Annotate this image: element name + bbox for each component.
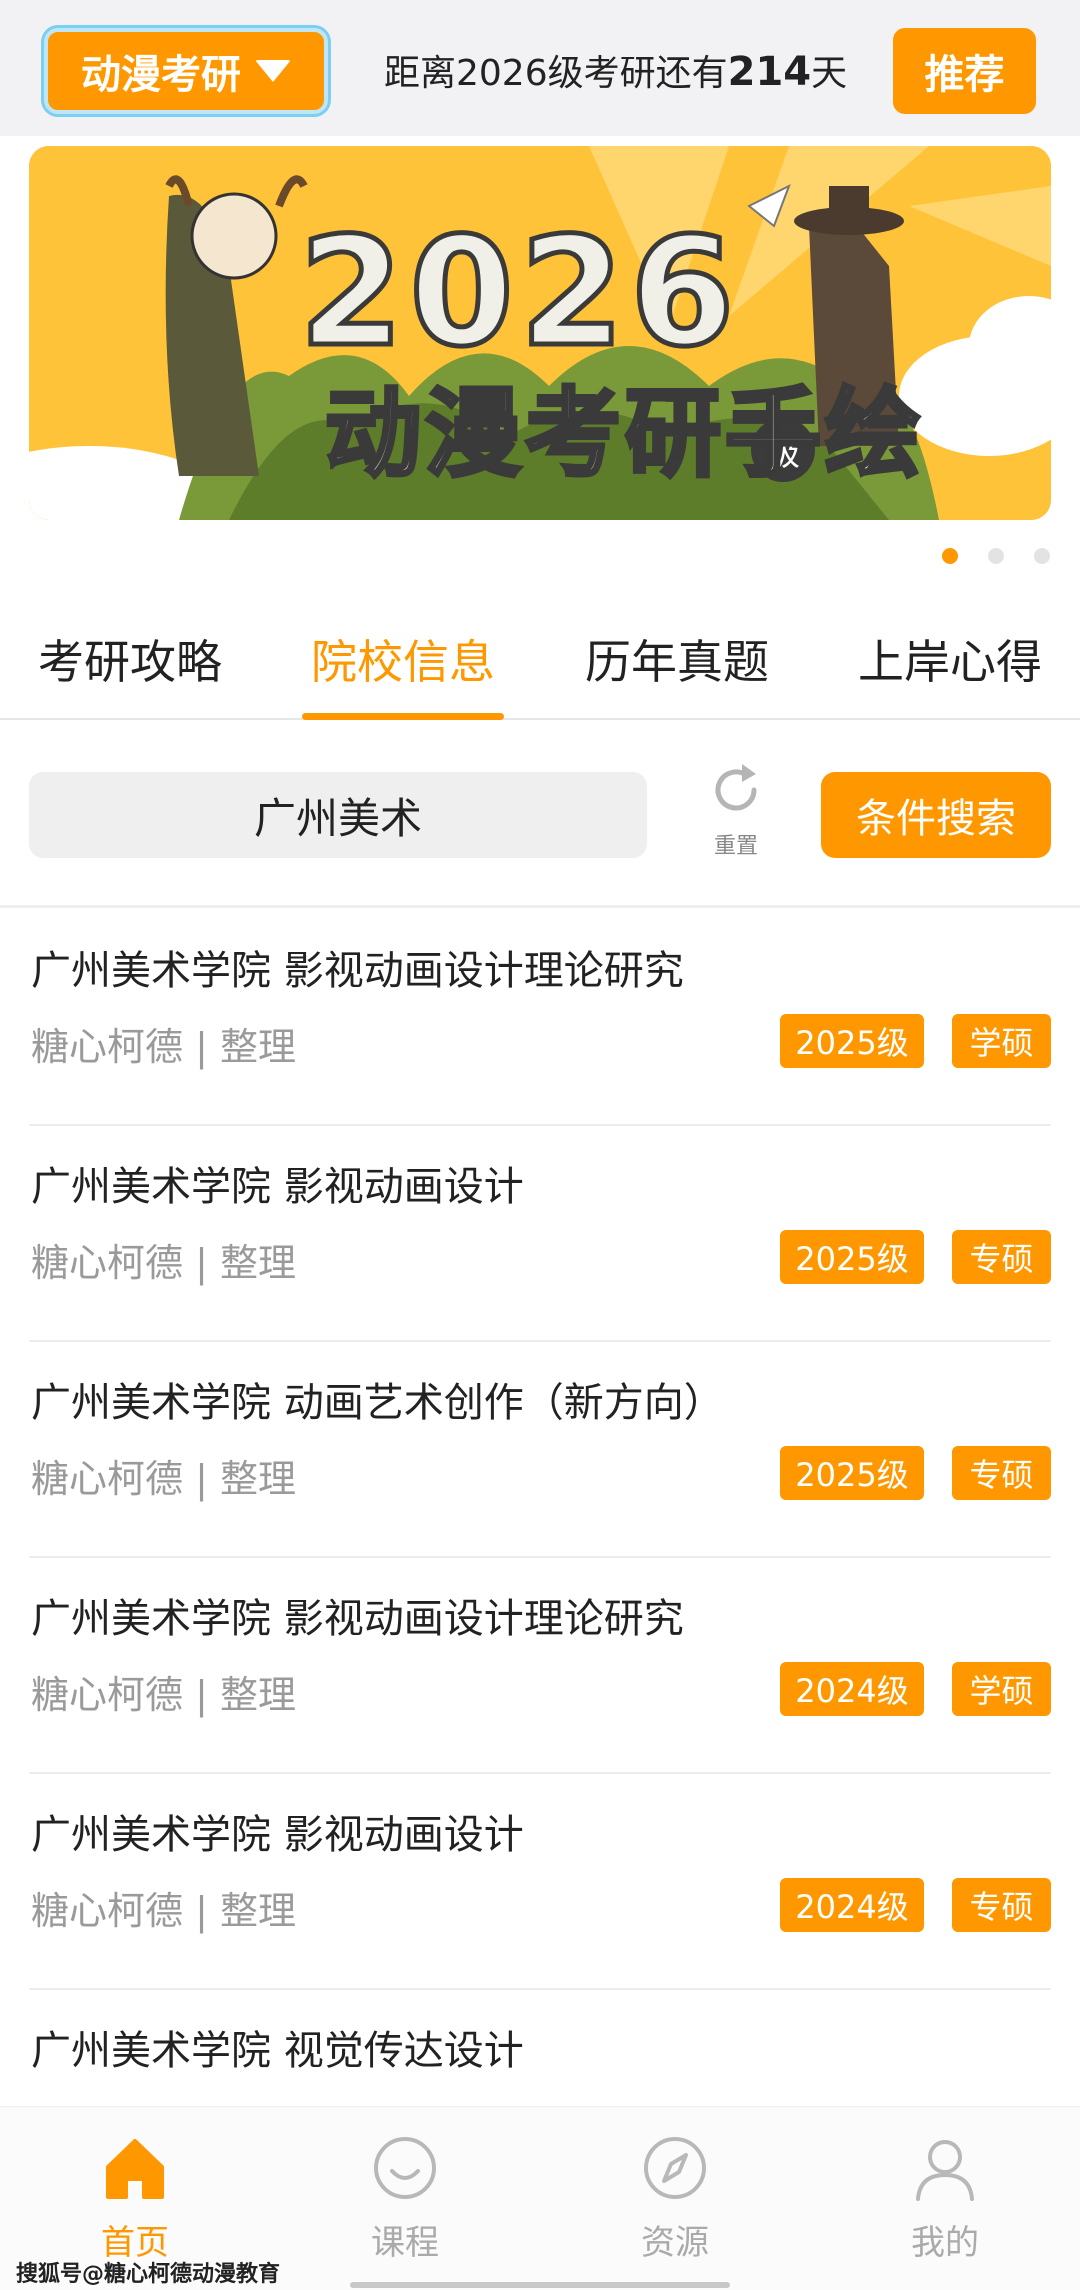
promo-banner[interactable]: 2026 级 动漫考研手绘: [29, 146, 1051, 520]
banner-subtitle: 动漫考研手绘: [323, 376, 925, 492]
nav-resources-label: 资源: [641, 2223, 709, 2263]
countdown-days: 214: [727, 49, 812, 95]
degree-badge: 专硕: [952, 1230, 1051, 1284]
item-meta-separator: |: [195, 1673, 208, 1717]
carousel-indicator: [0, 548, 1080, 568]
item-meta: 糖心柯德 | 整理: [31, 1448, 296, 1503]
watermark: 搜狐号@糖心柯德动漫教育: [16, 2262, 281, 2287]
category-tabs: 考研攻略 院校信息 历年真题 上岸心得: [0, 610, 1080, 720]
item-author: 糖心柯德: [31, 1673, 184, 1717]
item-title: 广州美术学院 影视动画设计: [31, 1812, 524, 1858]
reset-label: 重置: [713, 834, 758, 859]
item-meta: 糖心柯德 | 整理: [31, 1880, 296, 1935]
degree-badge: 专硕: [952, 1878, 1051, 1932]
exam-countdown: 距离2026级考研还有214天: [384, 44, 847, 96]
section-divider: [0, 905, 1080, 908]
year-badge: 2024级: [780, 1662, 924, 1716]
item-author: 糖心柯德: [31, 1025, 184, 1069]
item-author: 糖心柯德: [31, 1889, 184, 1933]
item-meta: 糖心柯德 | 整理: [31, 1016, 296, 1071]
item-author: 糖心柯德: [31, 1241, 184, 1285]
caret-down-icon: [255, 60, 291, 82]
item-meta-separator: |: [195, 1457, 208, 1501]
item-meta-separator: |: [195, 1025, 208, 1069]
item-meta-separator: |: [195, 1241, 208, 1285]
nav-home[interactable]: 首页: [65, 2133, 205, 2264]
nav-profile[interactable]: 我的: [875, 2133, 1015, 2264]
tab-past-papers[interactable]: 历年真题: [585, 626, 769, 692]
item-meta: 糖心柯德 | 整理: [31, 1232, 296, 1287]
item-title: 广州美术学院 影视动画设计: [31, 1164, 524, 1210]
reset-button[interactable]: 重置: [700, 760, 772, 870]
item-note: 整理: [220, 1673, 297, 1717]
nav-courses[interactable]: 课程: [335, 2133, 475, 2264]
carousel-dot-active[interactable]: [942, 548, 958, 564]
recommend-button[interactable]: 推荐: [893, 28, 1036, 114]
countdown-prefix: 距离2026级考研还有: [384, 53, 728, 94]
category-label: 动漫考研: [81, 52, 241, 98]
item-note: 整理: [220, 1025, 297, 1069]
nav-resources[interactable]: 资源: [605, 2133, 745, 2264]
top-bar: 动漫考研 距离2026级考研还有214天 推荐: [0, 0, 1080, 136]
list-item[interactable]: 广州美术学院 影视动画设计理论研究 糖心柯德 | 整理 2024级 学硕: [0, 1558, 1080, 1774]
nav-profile-label: 我的: [911, 2223, 979, 2263]
item-note: 整理: [220, 1457, 297, 1501]
active-tab-indicator: [302, 713, 504, 720]
tab-exam-strategy[interactable]: 考研攻略: [38, 626, 222, 692]
item-title: 广州美术学院 影视动画设计理论研究: [31, 1596, 684, 1642]
year-badge: 2025级: [780, 1230, 924, 1284]
year-badge: 2025级: [780, 1446, 924, 1500]
search-input[interactable]: 广州美术: [29, 772, 647, 858]
item-title: 广州美术学院 影视动画设计理论研究: [31, 948, 684, 994]
item-note: 整理: [220, 1889, 297, 1933]
user-icon: [916, 2140, 974, 2201]
item-note: 整理: [220, 1241, 297, 1285]
condition-search-button[interactable]: 条件搜索: [821, 772, 1051, 858]
nav-courses-label: 课程: [371, 2223, 439, 2263]
item-meta: 糖心柯德 | 整理: [31, 1664, 296, 1719]
tab-school-info[interactable]: 院校信息: [311, 626, 495, 692]
list-item[interactable]: 广州美术学院 影视动画设计 糖心柯德 | 整理 2025级 专硕: [0, 1126, 1080, 1342]
item-author: 糖心柯德: [31, 1457, 184, 1501]
carousel-dot[interactable]: [988, 548, 1004, 564]
item-title: 广州美术学院 动画艺术创作（新方向）: [31, 1380, 724, 1426]
smile-icon: [374, 2137, 436, 2199]
degree-badge: 专硕: [952, 1446, 1051, 1500]
list-item[interactable]: 广州美术学院 影视动画设计 糖心柯德 | 整理 2024级 专硕: [0, 1774, 1080, 1990]
banner-title: 2026: [296, 204, 741, 383]
degree-badge: 学硕: [952, 1662, 1051, 1716]
countdown-suffix: 天: [811, 53, 848, 94]
year-badge: 2025级: [780, 1014, 924, 1068]
refresh-icon: [715, 764, 757, 811]
carousel-dot[interactable]: [1034, 548, 1050, 564]
item-meta-separator: |: [195, 1889, 208, 1933]
degree-badge: 学硕: [952, 1014, 1051, 1068]
home-icon: [106, 2139, 164, 2199]
category-dropdown[interactable]: 动漫考研: [44, 28, 328, 114]
list-item[interactable]: 广州美术学院 影视动画设计理论研究 糖心柯德 | 整理 2025级 学硕: [0, 910, 1080, 1126]
compass-icon: [644, 2137, 706, 2199]
item-title: 广州美术学院 视觉传达设计: [31, 2028, 524, 2074]
list-item[interactable]: 广州美术学院 动画艺术创作（新方向） 糖心柯德 | 整理 2025级 专硕: [0, 1342, 1080, 1558]
tab-success-stories[interactable]: 上岸心得: [858, 626, 1042, 692]
year-badge: 2024级: [780, 1878, 924, 1932]
home-indicator[interactable]: [350, 2282, 730, 2288]
